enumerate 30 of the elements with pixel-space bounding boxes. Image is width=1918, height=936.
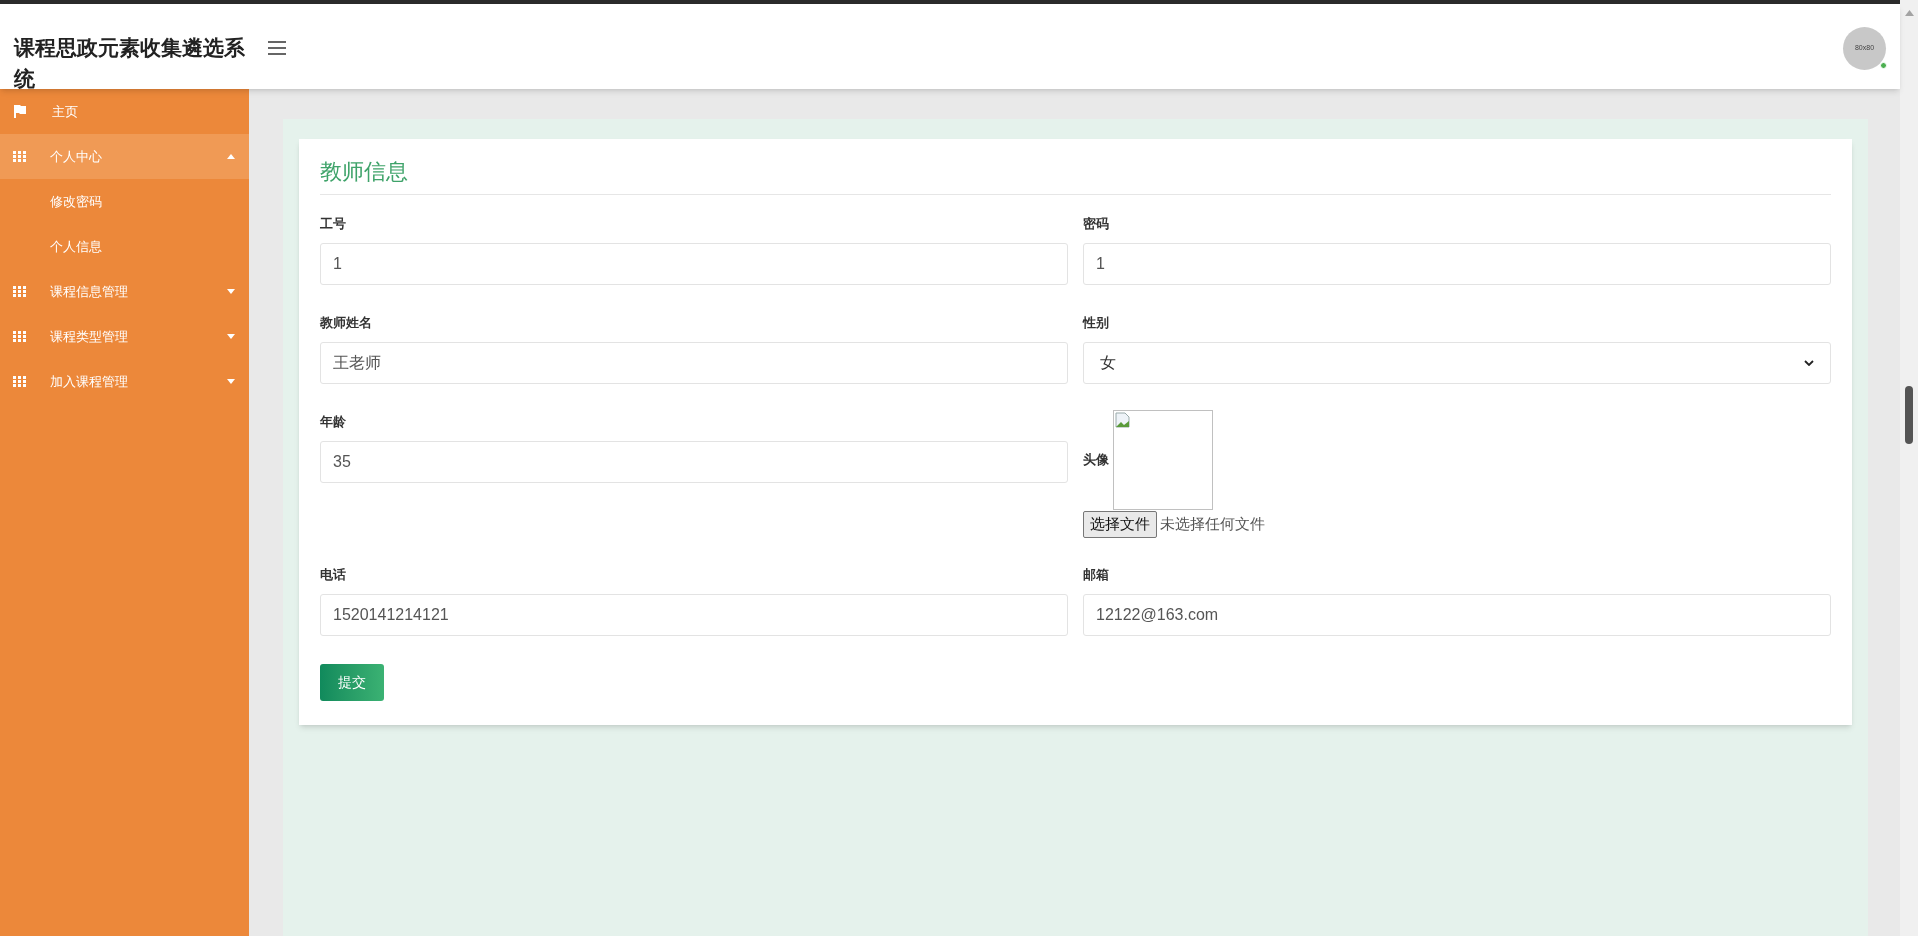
input-field[interactable]: 35 [320, 441, 1068, 483]
input-field[interactable]: 1 [1083, 243, 1831, 285]
flag-icon [13, 105, 26, 118]
field-label: 头像 [1083, 451, 1109, 470]
chevron-down-icon [1804, 360, 1814, 366]
gender-select[interactable]: 女 [1083, 342, 1831, 384]
grid-icon [13, 151, 26, 162]
grid-icon [13, 376, 26, 387]
submit-button[interactable]: 提交 [320, 664, 384, 701]
online-status-icon [1880, 62, 1887, 69]
choose-file-button[interactable]: 选择文件 [1083, 511, 1157, 538]
input-field[interactable]: 12122@163.com [1083, 594, 1831, 636]
system-title: 课程思政元素收集遴选系统 [14, 35, 246, 92]
input-field[interactable]: 1 [320, 243, 1068, 285]
field-label: 电话 [320, 566, 347, 584]
input-field[interactable]: 1520141214121 [320, 594, 1068, 636]
field-label: 邮箱 [1083, 566, 1110, 584]
file-status-text: 未选择任何文件 [1160, 514, 1265, 535]
field-label: 性别 [1083, 314, 1110, 332]
broken-image-icon [1115, 412, 1131, 428]
field-label: 教师姓名 [320, 314, 373, 332]
field-label: 密码 [1083, 215, 1110, 233]
form-title: 教师信息 [320, 155, 1831, 195]
field-label: 工号 [320, 215, 347, 233]
field-label: 年龄 [320, 413, 347, 431]
scroll-thumb[interactable] [1905, 386, 1913, 444]
input-field[interactable]: 王老师 [320, 342, 1068, 384]
grid-icon [13, 286, 26, 297]
grid-icon [13, 331, 26, 342]
menu-icon[interactable] [268, 41, 286, 55]
